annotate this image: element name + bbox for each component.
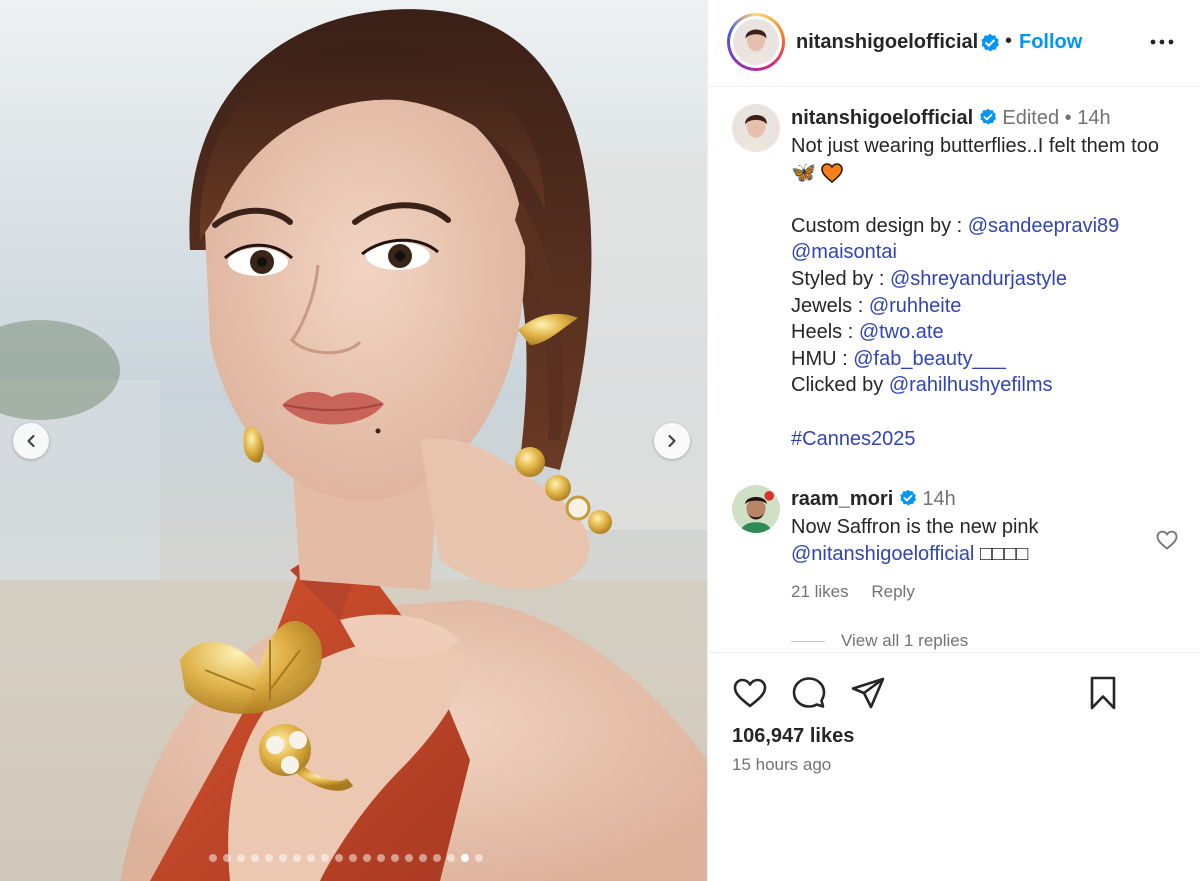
clicked-label: Clicked by bbox=[791, 374, 889, 397]
carousel-dot bbox=[293, 854, 301, 862]
comment-header: raam_mori 14h bbox=[791, 488, 956, 511]
post-timestamp: 15 hours ago bbox=[732, 755, 832, 774]
hmu-label: HMU : bbox=[791, 347, 854, 370]
more-icon[interactable] bbox=[1148, 30, 1176, 54]
carousel-dot bbox=[447, 854, 455, 862]
chevron-left-icon bbox=[27, 434, 35, 448]
heart-icon[interactable] bbox=[732, 675, 768, 711]
post-actions: 106,947 likes 15 hours ago bbox=[708, 652, 1200, 881]
orange-heart-icon bbox=[821, 162, 844, 183]
comment-time: 14h bbox=[922, 488, 956, 510]
avatar[interactable] bbox=[732, 104, 780, 152]
carousel-dot bbox=[251, 854, 259, 862]
post-media bbox=[0, 0, 707, 881]
jewels-label: Jewels : bbox=[791, 294, 869, 317]
avatar bbox=[733, 19, 779, 65]
view-replies-button[interactable]: View all 1 replies bbox=[791, 631, 968, 651]
next-image-button[interactable] bbox=[654, 423, 690, 459]
caption-username[interactable]: nitanshigoelofficial bbox=[791, 107, 973, 129]
previous-image-button[interactable] bbox=[13, 423, 49, 459]
verified-icon bbox=[900, 489, 916, 506]
carousel-dot bbox=[307, 854, 315, 862]
comment-actions: 21 likes Reply bbox=[791, 582, 933, 602]
verified-icon bbox=[981, 33, 999, 52]
verified-icon bbox=[980, 108, 996, 125]
comment-likes[interactable]: 21 likes bbox=[791, 582, 849, 601]
carousel-dot bbox=[237, 854, 245, 862]
comment-body: Now Saffron is the new pink bbox=[791, 516, 1039, 538]
carousel-dot bbox=[349, 854, 357, 862]
comment-text: Now Saffron is the new pink @nitanshigoe… bbox=[791, 514, 1039, 567]
avatar[interactable] bbox=[732, 485, 780, 533]
mention-link[interactable]: @two.ate bbox=[859, 321, 944, 343]
carousel-dot bbox=[321, 854, 329, 862]
carousel-dot bbox=[391, 854, 399, 862]
comment-emoji: □□□□ bbox=[979, 542, 1029, 565]
mention-link[interactable]: @fab_beauty___ bbox=[853, 348, 1006, 370]
replies-divider bbox=[791, 640, 825, 642]
post-header: nitanshigoelofficial • Follow bbox=[708, 0, 1200, 87]
carousel-dot bbox=[363, 854, 371, 862]
heart-icon[interactable] bbox=[1155, 528, 1179, 552]
caption-text: Not just wearing butterflies..I felt the… bbox=[791, 133, 1191, 452]
mention-link[interactable]: @rahilhushyefilms bbox=[889, 374, 1053, 396]
share-icon[interactable] bbox=[850, 675, 886, 711]
hashtag-link[interactable]: #Cannes2025 bbox=[791, 428, 916, 450]
meta-dot: • bbox=[1064, 107, 1072, 129]
mention-link[interactable]: @ruhheite bbox=[869, 295, 962, 317]
comment-icon[interactable] bbox=[791, 675, 827, 711]
mention-link[interactable]: @maisontai bbox=[791, 241, 897, 263]
header-username[interactable]: nitanshigoelofficial bbox=[796, 31, 978, 54]
post-photo bbox=[0, 0, 707, 881]
reply-button[interactable]: Reply bbox=[871, 582, 914, 601]
carousel-indicator bbox=[209, 854, 483, 862]
carousel-dot bbox=[475, 854, 483, 862]
carousel-dot bbox=[223, 854, 231, 862]
carousel-dot bbox=[265, 854, 273, 862]
styled-label: Styled by : bbox=[791, 267, 890, 290]
carousel-dot bbox=[419, 854, 427, 862]
butterfly-emoji: 🦋 bbox=[791, 161, 816, 184]
mention-link[interactable]: @sandeepravi89 bbox=[968, 215, 1120, 237]
view-replies-label: View all 1 replies bbox=[841, 631, 969, 650]
bookmark-icon[interactable] bbox=[1085, 675, 1121, 711]
caption-line: Not just wearing butterflies..I felt the… bbox=[791, 135, 1159, 157]
comments-section[interactable]: nitanshigoelofficial Edited • 14h Not ju… bbox=[708, 88, 1200, 651]
mention-link[interactable]: @shreyandurjastyle bbox=[890, 268, 1067, 290]
carousel-dot bbox=[279, 854, 287, 862]
story-ring[interactable] bbox=[727, 13, 785, 71]
follow-button[interactable]: Follow bbox=[1019, 31, 1082, 54]
header-separator: • bbox=[1005, 30, 1013, 52]
carousel-dot bbox=[335, 854, 343, 862]
caption-header: nitanshigoelofficial Edited • 14h bbox=[791, 107, 1111, 130]
heels-label: Heels : bbox=[791, 321, 859, 344]
carousel-dot bbox=[461, 854, 469, 862]
edited-label: Edited bbox=[1002, 107, 1060, 129]
carousel-dot bbox=[377, 854, 385, 862]
carousel-dot bbox=[433, 854, 441, 862]
design-label: Custom design by : bbox=[791, 214, 968, 237]
likes-count[interactable]: 106,947 likes bbox=[732, 725, 854, 748]
comment-username[interactable]: raam_mori bbox=[791, 488, 893, 510]
chevron-right-icon bbox=[668, 434, 676, 448]
mention-link[interactable]: @nitanshigoelofficial bbox=[791, 543, 974, 565]
post-side-panel: nitanshigoelofficial • Follow nitanshigo… bbox=[707, 0, 1200, 881]
carousel-dot bbox=[209, 854, 217, 862]
carousel-dot bbox=[405, 854, 413, 862]
caption-time: 14h bbox=[1077, 107, 1111, 129]
